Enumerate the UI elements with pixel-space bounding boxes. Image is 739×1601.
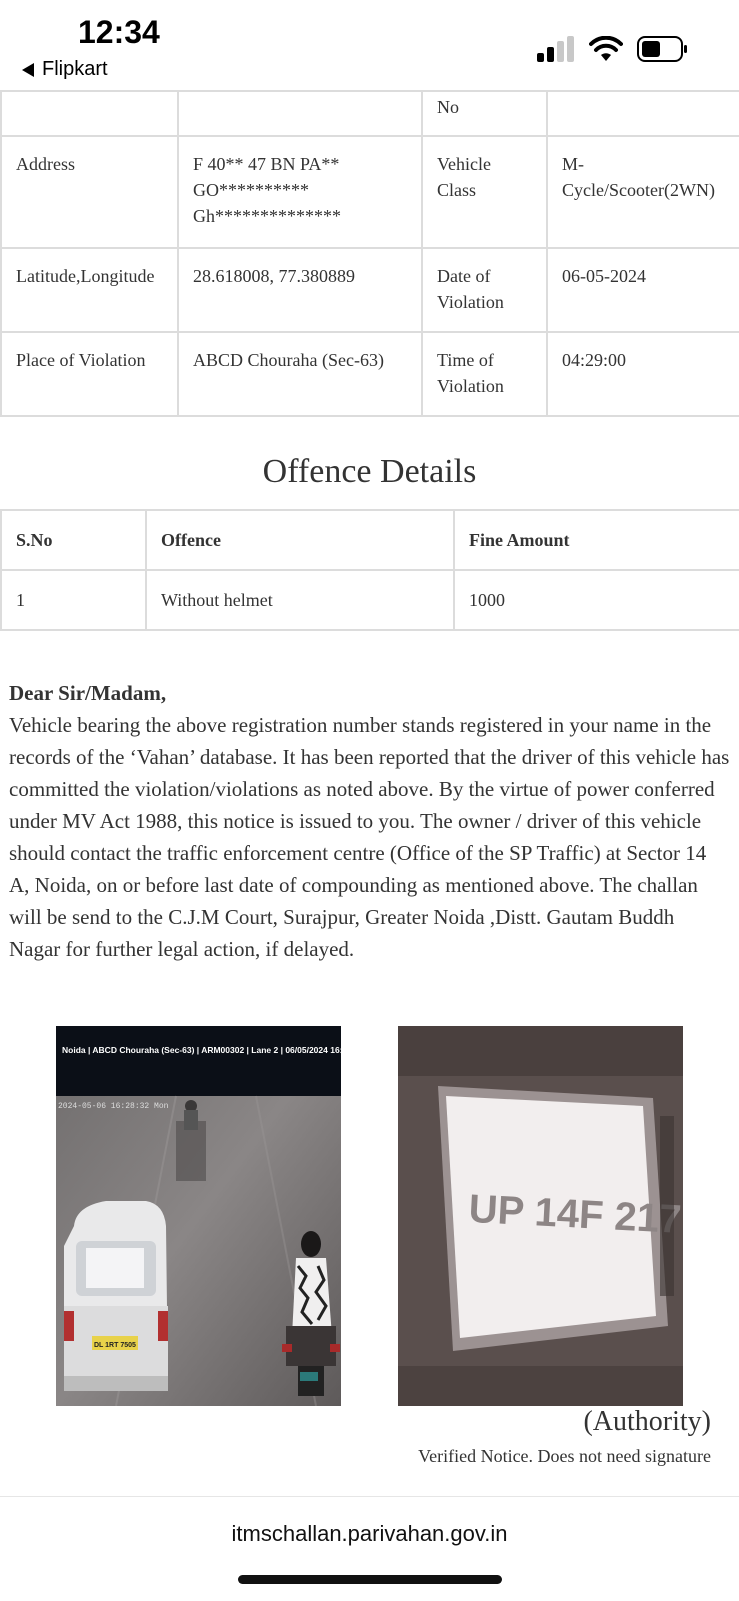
info-label: Address [0, 135, 179, 249]
url-text[interactable]: itmschallan.parivahan.gov.in [0, 1521, 739, 1547]
letter-body: Vehicle bearing the above registration n… [9, 713, 730, 961]
info-label: Latitude,Longitude [0, 247, 179, 333]
table-header-row: S.No Offence Fine Amount [0, 509, 739, 571]
wifi-icon [589, 36, 623, 61]
table-row: No [0, 90, 739, 137]
camera-photo[interactable]: Noida | ABCD Chouraha (Sec-63) | ARM0030… [56, 1026, 341, 1406]
fine-amount: 1000 [453, 569, 739, 631]
back-app-label: Flipkart [42, 58, 108, 80]
offence-name: Without helmet [145, 569, 455, 631]
offence-details-title: Offence Details [262, 453, 477, 490]
info-label [0, 90, 179, 137]
table-row: Place of Violation ABCD Chouraha (Sec-63… [0, 331, 739, 417]
info-value: 04:29:00 [546, 331, 739, 417]
offence-sno: 1 [0, 569, 147, 631]
system-icons [537, 36, 689, 62]
info-value: 28.618008, 77.380889 [177, 247, 423, 333]
info-label: Date of Violation [421, 247, 548, 333]
signal-icon [537, 36, 574, 62]
van: DL 1RT 7505 [64, 1201, 168, 1391]
offence-table: S.No Offence Fine Amount 1 Without helme… [0, 509, 739, 631]
info-value [546, 90, 739, 137]
column-header: S.No [0, 509, 147, 571]
number-plate-photo[interactable]: UP 14F 2177 [398, 1026, 683, 1406]
info-value: ABCD Chouraha (Sec-63) [177, 331, 423, 417]
camera-timestamp: 2024-05-06 16:28:32 Mon [58, 1102, 169, 1111]
info-value: M-Cycle/Scooter(2WN) [546, 135, 739, 249]
info-value: 06-05-2024 [546, 247, 739, 333]
van-plate: DL 1RT 7505 [94, 1342, 136, 1349]
challan-content: No Address F 40** 47 BN PA** GO*********… [0, 90, 739, 965]
browser-url-bar[interactable]: itmschallan.parivahan.gov.in [0, 1496, 739, 1601]
evidence-images: Noida | ABCD Chouraha (Sec-63) | ARM0030… [0, 1026, 739, 1406]
info-label: Time of Violation [421, 331, 548, 417]
greeting: Dear Sir/Madam, [9, 681, 167, 705]
battery-icon [637, 36, 687, 62]
home-indicator[interactable] [238, 1575, 502, 1584]
table-row: Latitude,Longitude 28.618008, 77.380889 … [0, 247, 739, 333]
notice-letter: Dear Sir/Madam, Vehicle bearing the abov… [0, 631, 739, 965]
table-row: Address F 40** 47 BN PA** GO********** G… [0, 135, 739, 249]
table-row: 1 Without helmet 1000 [0, 569, 739, 631]
status-bar: 12:34 Flipkart [0, 0, 739, 90]
info-label: No [421, 90, 548, 137]
info-value: F 40** 47 BN PA** GO********** Gh*******… [177, 135, 423, 249]
column-header: Offence [145, 509, 455, 571]
info-label: Vehicle Class [421, 135, 548, 249]
clock: 12:34 [78, 14, 160, 50]
verified-notice: Verified Notice. Does not need signature [418, 1446, 711, 1466]
vehicle-info-table: No Address F 40** 47 BN PA** GO*********… [0, 90, 739, 417]
info-label: Place of Violation [0, 331, 179, 417]
column-header: Fine Amount [453, 509, 739, 571]
back-arrow-icon [22, 62, 34, 77]
camera-caption: Noida | ABCD Chouraha (Sec-63) | ARM0030… [62, 1045, 341, 1055]
authority-label: (Authority) [583, 1406, 711, 1437]
info-value [177, 90, 423, 137]
back-to-app-button[interactable]: Flipkart [22, 58, 108, 81]
